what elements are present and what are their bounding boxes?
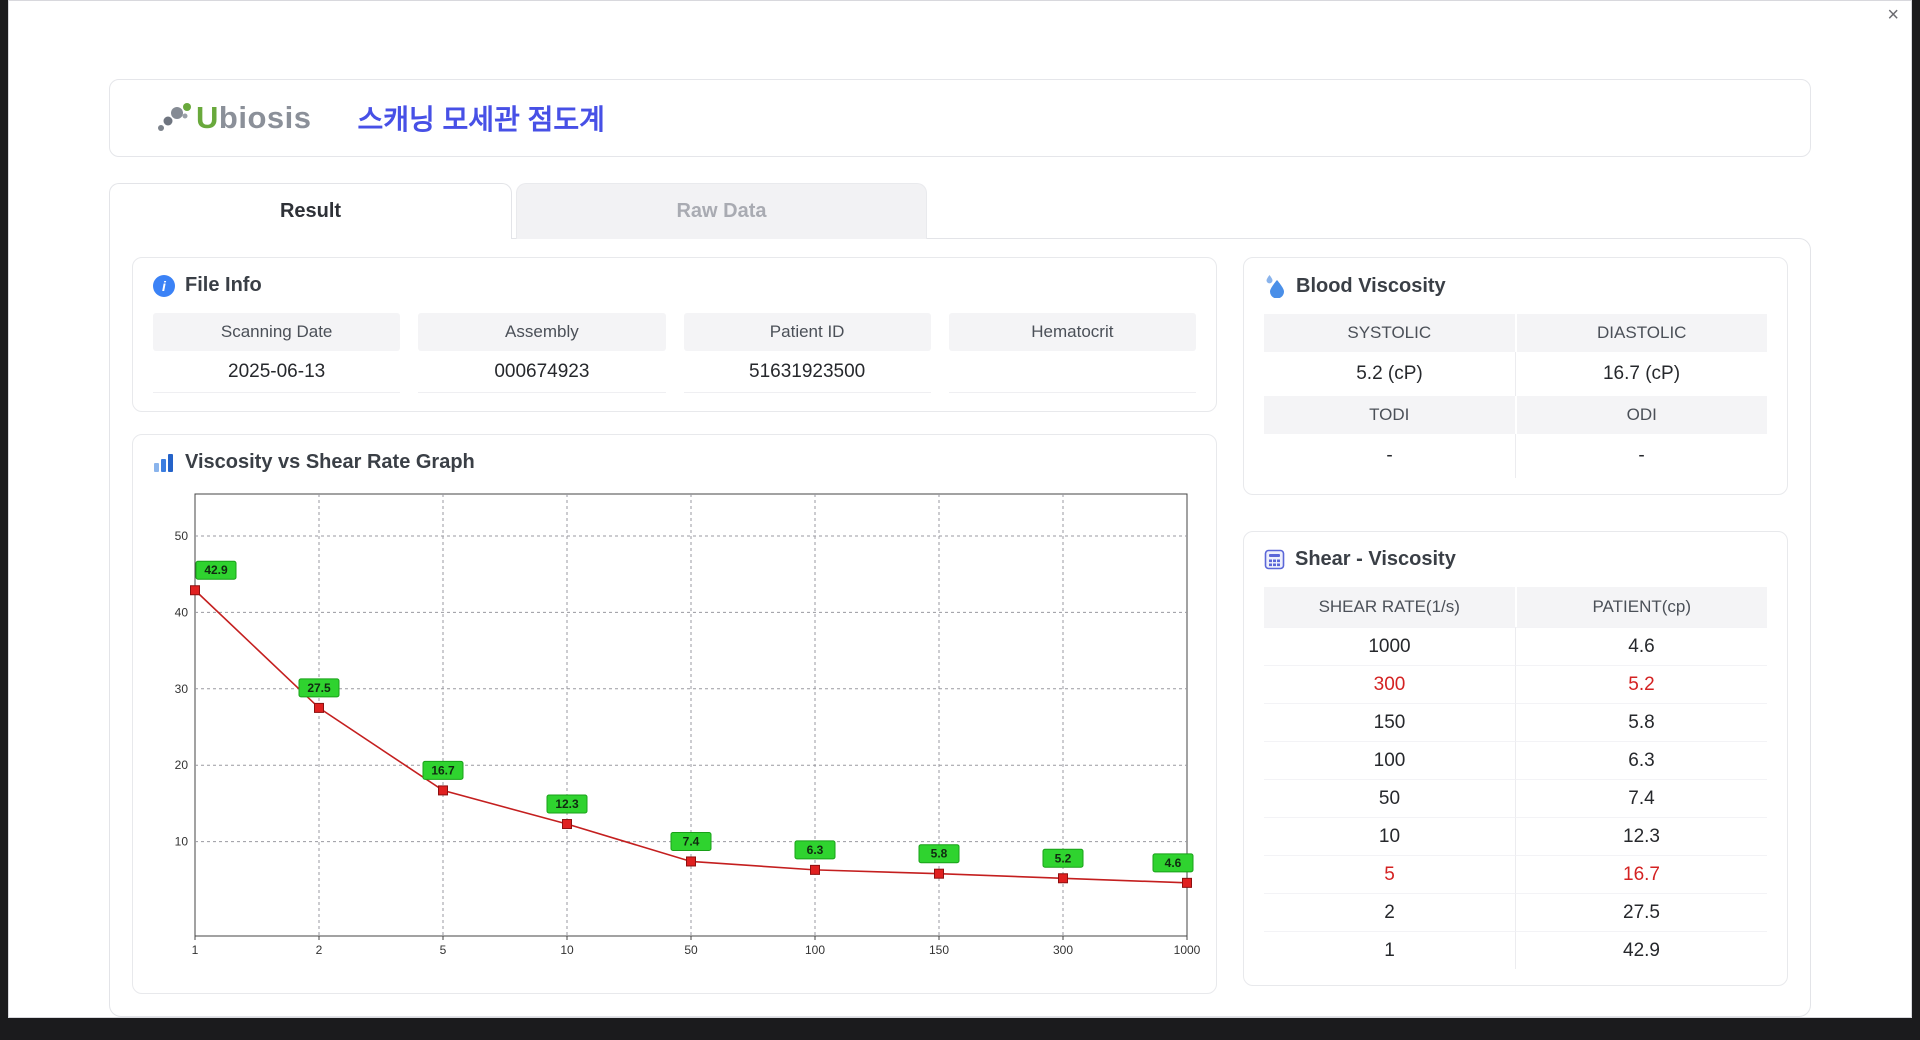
graph-title: Viscosity vs Shear Rate Graph [185, 451, 475, 473]
field-patient-id: Patient ID 51631923500 [683, 313, 931, 393]
droplet-icon [1264, 274, 1286, 298]
sv-rate: 150 [1264, 703, 1515, 741]
table-row: 150 5.8 [1264, 703, 1767, 741]
file-info-card: i File Info Scanning Date 2025-06-13 Ass… [132, 257, 1217, 412]
bv-header-systolic: SYSTOLIC [1264, 314, 1515, 352]
leaf-dots-icon [154, 99, 194, 137]
field-value: 000674923 [418, 351, 666, 393]
bv-value-todi: - [1386, 445, 1393, 466]
sv-patient: 12.3 [1515, 817, 1767, 855]
bv-value-odi: - [1515, 434, 1767, 478]
svg-text:16.7: 16.7 [431, 763, 455, 777]
table-row: 300 5.2 [1264, 665, 1767, 703]
sv-rate: 50 [1264, 779, 1515, 817]
svg-text:5.8: 5.8 [931, 847, 948, 861]
sv-patient: 4.6 [1515, 627, 1767, 665]
field-assembly: Assembly 000674923 [418, 313, 666, 393]
table-row: 100 6.3 [1264, 741, 1767, 779]
calculator-icon [1264, 549, 1285, 570]
svg-text:40: 40 [175, 605, 189, 619]
field-label: Assembly [418, 313, 666, 351]
sv-rate: 300 [1264, 665, 1515, 703]
shear-viscosity-table: SHEAR RATE(1/s) PATIENT(cp) 1000 4.6 300… [1264, 587, 1767, 969]
svg-text:20: 20 [175, 758, 189, 772]
field-value: 51631923500 [683, 351, 931, 393]
tab-raw-data[interactable]: Raw Data [516, 183, 927, 239]
table-row: 1000 4.6 [1264, 627, 1767, 665]
bv-value-diastolic: 16.7 (cP) [1515, 352, 1767, 396]
sv-rate: 100 [1264, 741, 1515, 779]
sv-patient: 5.8 [1515, 703, 1767, 741]
close-icon[interactable]: × [1887, 5, 1899, 25]
svg-text:150: 150 [929, 943, 949, 957]
svg-text:12.3: 12.3 [555, 797, 579, 811]
svg-text:42.9: 42.9 [204, 563, 228, 577]
app-header: Ubiosis 스캐닝 모세관 점도계 [109, 79, 1811, 157]
bv-header-odi: ODI [1514, 396, 1767, 434]
field-value: 2025-06-13 [153, 351, 401, 393]
svg-text:50: 50 [684, 943, 698, 957]
sv-rate: 2 [1264, 893, 1515, 931]
tab-bar: Result Raw Data [109, 183, 1811, 239]
svg-text:4.6: 4.6 [1165, 856, 1182, 870]
table-row: 10 12.3 [1264, 817, 1767, 855]
svg-text:10: 10 [560, 943, 574, 957]
sv-rate: 1000 [1264, 627, 1515, 665]
svg-text:100: 100 [805, 943, 825, 957]
sv-patient: 27.5 [1515, 893, 1767, 931]
svg-text:10: 10 [175, 835, 189, 849]
svg-text:7.4: 7.4 [683, 834, 700, 848]
table-row: 50 7.4 [1264, 779, 1767, 817]
table-row: 1 42.9 [1264, 931, 1767, 969]
svg-text:5.2: 5.2 [1055, 851, 1072, 865]
svg-text:27.5: 27.5 [307, 681, 331, 695]
sv-patient: 7.4 [1515, 779, 1767, 817]
viscosity-graph-card: Viscosity vs Shear Rate Graph 10 20 30 40 50… [132, 434, 1217, 994]
field-value [948, 351, 1196, 393]
bar-chart-icon [153, 453, 175, 473]
svg-text:1: 1 [192, 943, 199, 957]
page-title: 스캐닝 모세관 점도계 [357, 104, 605, 135]
sv-patient: 5.2 [1515, 665, 1767, 703]
brand-logo: Ubiosis [154, 99, 311, 137]
table-row: 5 16.7 [1264, 855, 1767, 893]
blood-viscosity-card: Blood Viscosity SYSTOLIC DIASTOLIC 5.2 (… [1243, 257, 1788, 495]
table-row: 2 27.5 [1264, 893, 1767, 931]
bv-header-diastolic: DIASTOLIC [1514, 314, 1767, 352]
sv-header-shear-rate: SHEAR RATE(1/s) [1264, 587, 1515, 627]
sv-patient: 42.9 [1515, 931, 1767, 969]
info-icon: i [153, 274, 175, 297]
sv-rate: 1 [1264, 931, 1515, 969]
svg-text:30: 30 [175, 682, 189, 696]
file-info-title: File Info [185, 274, 262, 296]
svg-text:300: 300 [1053, 943, 1073, 957]
svg-text:50: 50 [175, 529, 189, 543]
sv-rate: 5 [1264, 855, 1515, 893]
sv-patient: 16.7 [1515, 855, 1767, 893]
blood-viscosity-title: Blood Viscosity [1296, 274, 1446, 297]
app-window: × Ubiosis 스캐닝 모세관 점도계 Result Raw Data i … [8, 0, 1912, 1018]
field-label: Scanning Date [153, 313, 401, 351]
sv-rate: 10 [1264, 817, 1515, 855]
sv-header-patient: PATIENT(cp) [1514, 587, 1767, 627]
viscosity-chart: 10 20 30 40 50 1 2 5 10 50 100 150 300 1000 42.9 27.5 16… [153, 486, 1201, 971]
bv-header-todi: TODI [1264, 396, 1515, 434]
brand-wordmark: Ubiosis [196, 100, 312, 135]
blood-viscosity-table: SYSTOLIC DIASTOLIC 5.2 (cP) 16.7 (cP) TO… [1264, 314, 1767, 478]
field-label: Patient ID [683, 313, 931, 351]
sv-patient: 6.3 [1515, 741, 1767, 779]
bv-value-systolic: 5.2 (cP) [1356, 363, 1423, 384]
svg-text:5: 5 [440, 943, 447, 957]
field-scanning-date: Scanning Date 2025-06-13 [153, 313, 401, 393]
shear-viscosity-card: Shear - Viscosity SHEAR RATE(1/s) PATIEN… [1243, 531, 1788, 986]
svg-text:1000: 1000 [1174, 943, 1201, 957]
shear-viscosity-title: Shear - Viscosity [1295, 548, 1456, 570]
result-panel: i File Info Scanning Date 2025-06-13 Ass… [109, 238, 1811, 1017]
field-label: Hematocrit [948, 313, 1196, 351]
svg-text:2: 2 [316, 943, 323, 957]
tab-result[interactable]: Result [109, 183, 512, 239]
field-hematocrit: Hematocrit [948, 313, 1196, 393]
svg-text:6.3: 6.3 [807, 843, 824, 857]
